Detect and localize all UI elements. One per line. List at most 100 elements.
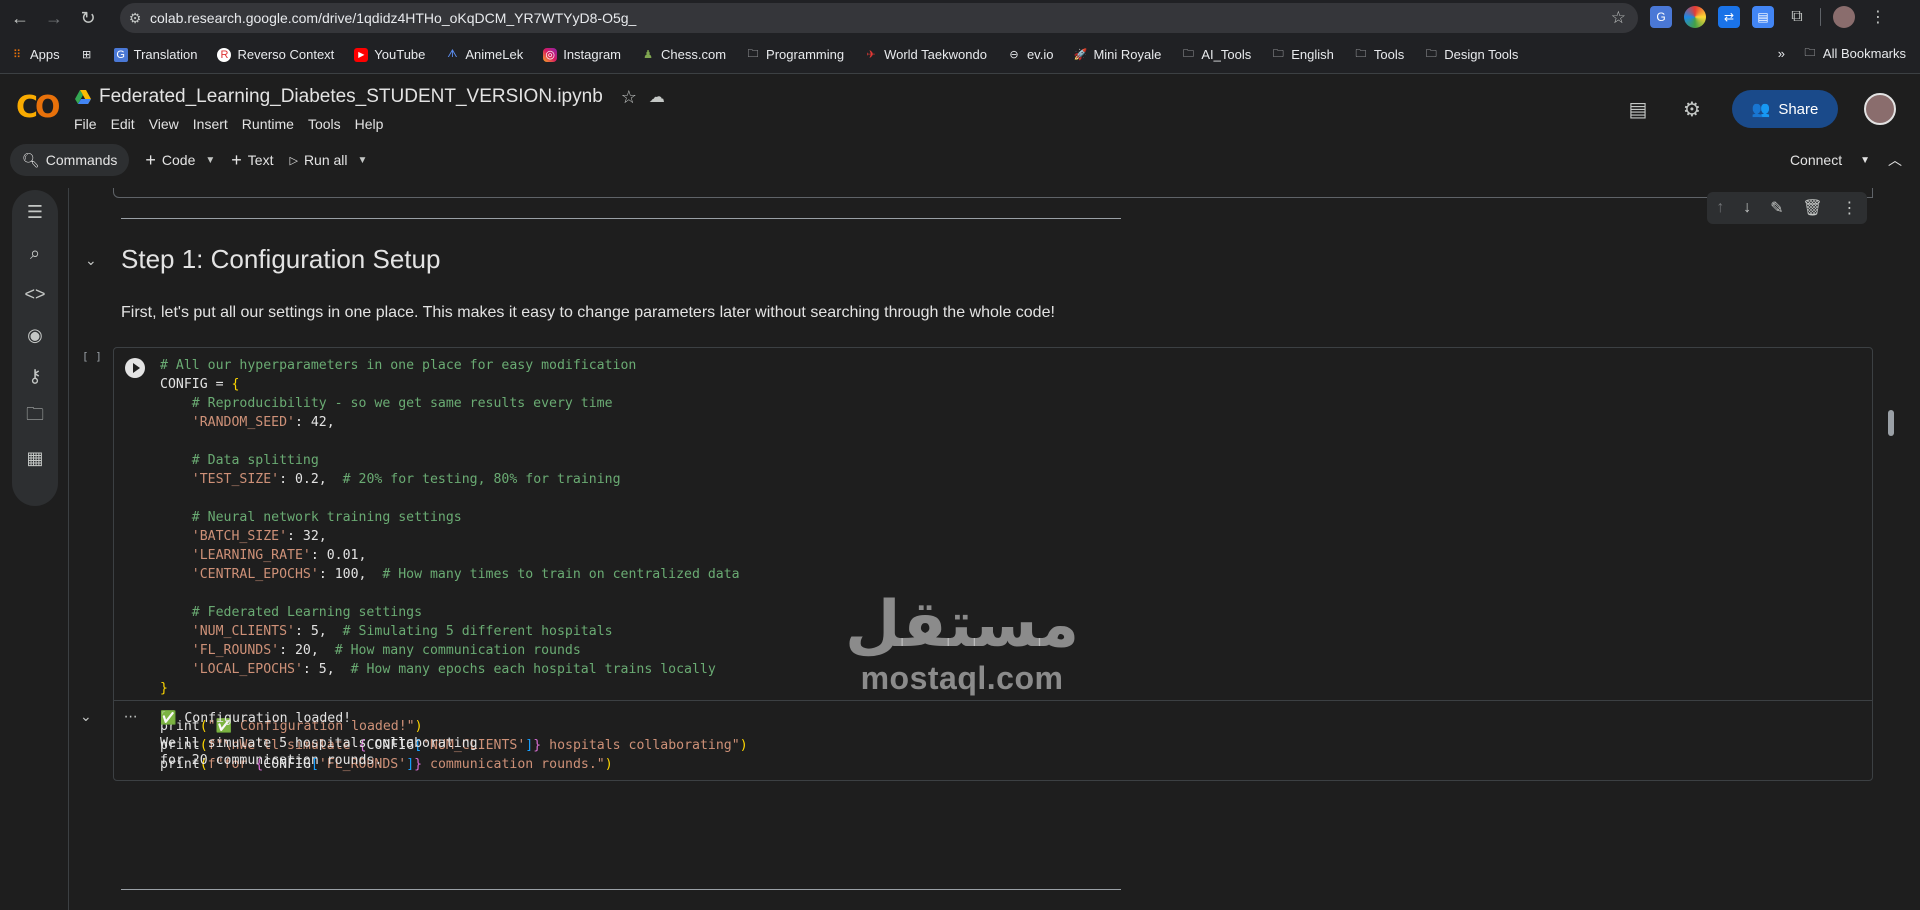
bookmark-mini-royale[interactable]: 🚀 Mini Royale (1073, 47, 1162, 62)
menu-tools[interactable]: Tools (308, 116, 341, 132)
delete-trash-icon[interactable]: 🗑 (1802, 198, 1822, 218)
user-avatar[interactable] (1864, 93, 1896, 125)
bookmark-animelek[interactable]: ᗑ AnimeLek (445, 47, 523, 62)
all-bookmarks[interactable]: 🗀 All Bookmarks (1803, 46, 1906, 61)
menu-view[interactable]: View (149, 116, 179, 132)
translate-extension-icon[interactable]: G (1650, 6, 1672, 28)
bookmark-programming[interactable]: 🗀 Programming (746, 47, 845, 62)
run-cell-button[interactable] (125, 358, 145, 378)
collapse-output-chevron-icon[interactable]: ⌄ (80, 708, 92, 725)
add-code-button[interactable]: + Code (145, 150, 195, 171)
youtube-icon: ▶ (354, 47, 369, 62)
reload-icon[interactable]: ↻ (74, 4, 102, 32)
files-folder-icon[interactable]: 🗀 (23, 404, 47, 429)
code-dropdown-icon[interactable]: ▼ (205, 155, 215, 166)
bookmark-ai-tools[interactable]: 🗀 AI_Tools (1181, 47, 1251, 62)
cell-output: ✅ Configuration loaded! We'll simulate 5 … (160, 710, 478, 770)
folder-icon: 🗀 (1425, 48, 1437, 60)
star-icon[interactable]: ☆ (621, 87, 637, 108)
bookmark-reverso[interactable]: R Reverso Context (217, 47, 334, 62)
url-text: colab.research.google.com/drive/1qdidz4H… (150, 10, 637, 26)
colab-header: CO Federated_Learning_Diabetes_STUDENT_V… (0, 74, 1920, 144)
folder-icon: 🗀 (1804, 47, 1816, 59)
plus-icon: + (145, 149, 156, 170)
folder-icon: 🗀 (747, 48, 759, 60)
output-line: for 20 communication rounds. (160, 753, 383, 768)
profile-avatar[interactable] (1833, 6, 1855, 28)
bookmarks-overflow-icon[interactable]: » (1778, 46, 1785, 61)
folder-icon: 🗀 (1182, 48, 1194, 60)
plus-icon: + (231, 149, 242, 170)
settings-gear-icon[interactable]: ⚙ (1678, 95, 1706, 123)
forward-icon[interactable]: → (40, 4, 68, 32)
bookmark-star-icon[interactable]: ☆ (1611, 8, 1626, 28)
folder-icon: 🗀 (1272, 48, 1284, 60)
bookmark-grid[interactable]: ⊞ (80, 48, 94, 62)
menu-kebab-icon[interactable]: ⋮ (1867, 6, 1889, 28)
horizontal-rule (121, 889, 1121, 890)
vertical-scrollbar[interactable] (1888, 410, 1894, 436)
section-description: First, let's put all our settings in one… (121, 304, 1055, 321)
edit-pencil-icon[interactable]: ✎ (1770, 198, 1783, 218)
sync-extension-icon[interactable]: ⇄ (1718, 6, 1740, 28)
bookmark-translation[interactable]: G Translation (113, 47, 197, 62)
collapse-header-icon[interactable]: ︿ (1888, 150, 1902, 170)
grid-icon: ⊞ (82, 49, 92, 61)
puzzle-extensions-icon[interactable]: ⧉ (1786, 6, 1808, 28)
search-icon: 🔍︎ (22, 151, 40, 168)
menu-edit[interactable]: Edit (111, 116, 135, 132)
extensions-bar: G ⇄ ▤ ⧉ ⋮ (1650, 6, 1889, 28)
docs-extension-icon[interactable]: ▤ (1752, 6, 1774, 28)
collapse-section-chevron-icon[interactable]: ⌄ (85, 252, 97, 269)
bookmark-english[interactable]: 🗀 English (1271, 47, 1334, 62)
more-kebab-icon[interactable]: ⋮ (1842, 198, 1858, 218)
run-all-button[interactable]: ▷ Run all (289, 152, 347, 168)
secrets-key-icon[interactable]: ⚷ (23, 364, 47, 388)
find-replace-icon[interactable]: ⌕ (23, 241, 47, 265)
reverso-icon: R (217, 47, 232, 62)
data-table-icon[interactable]: ▦ (23, 446, 47, 470)
watermark-logo: مستقل mostaql.com (845, 590, 1079, 697)
bookmark-instagram[interactable]: ◎ Instagram (543, 47, 621, 62)
site-info-icon[interactable]: ⚙ (120, 10, 150, 27)
browser-toolbar: ← → ↻ ⚙ colab.research.google.com/drive/… (0, 0, 1920, 36)
move-down-icon[interactable]: ↓ (1743, 199, 1751, 217)
code-snippets-icon[interactable]: <> (23, 282, 47, 306)
move-up-icon[interactable]: ↑ (1716, 199, 1724, 217)
cloud-saved-icon[interactable]: ☁ (649, 87, 665, 107)
menu-runtime[interactable]: Runtime (242, 116, 294, 132)
notebook-title[interactable]: Federated_Learning_Diabetes_STUDENT_VERS… (99, 86, 603, 108)
header-actions: ▤ ⚙ 👥 Share (1624, 90, 1896, 128)
code-cell[interactable]: # All our hyperparameters in one place f… (80, 347, 1873, 781)
animelek-icon: ᗑ (447, 48, 458, 60)
notebook-toolbar: 🔍︎ Commands + Code ▼ + Text ▷ Run all ▼ Con… (10, 144, 1910, 176)
back-icon[interactable]: ← (6, 4, 34, 32)
bookmark-world-taekwondo[interactable]: ✈ World Taekwondo (864, 47, 986, 62)
bookmark-tools[interactable]: 🗀 Tools (1354, 47, 1404, 62)
comments-icon[interactable]: ▤ (1624, 95, 1652, 123)
share-button[interactable]: 👥 Share (1732, 90, 1838, 128)
instagram-icon: ◎ (543, 47, 558, 62)
output-actions-icon[interactable]: ⋯ (124, 708, 138, 725)
menu-file[interactable]: File (74, 116, 97, 132)
connect-button[interactable]: Connect (1790, 152, 1842, 168)
run-all-dropdown-icon[interactable]: ▼ (358, 155, 368, 166)
bookmark-apps[interactable]: ⠿ Apps (10, 47, 60, 62)
table-of-contents-icon[interactable]: ☰ (23, 200, 47, 224)
bookmark-evio[interactable]: ⊖ ev.io (1007, 47, 1053, 62)
bookmark-youtube[interactable]: ▶ YouTube (354, 47, 425, 62)
folder-icon: 🗀 (1355, 48, 1367, 60)
address-bar[interactable]: ⚙ colab.research.google.com/drive/1qdidz… (120, 3, 1638, 33)
colab-logo[interactable]: CO (16, 90, 60, 125)
commands-button[interactable]: 🔍︎ Commands (10, 144, 130, 176)
variables-icon[interactable]: ◉ (23, 323, 47, 347)
color-extension-icon[interactable] (1684, 6, 1706, 28)
add-text-button[interactable]: + Text (231, 150, 273, 171)
menu-insert[interactable]: Insert (193, 116, 228, 132)
bookmarks-bar: ⠿ Apps ⊞ G Translation R Reverso Context ▶ Y… (0, 36, 1920, 74)
bookmark-design-tools[interactable]: 🗀 Design Tools (1424, 47, 1519, 62)
menu-help[interactable]: Help (355, 116, 384, 132)
connect-dropdown-icon[interactable]: ▼ (1860, 155, 1870, 166)
output-line: ✅ Configuration loaded! (160, 711, 352, 726)
bookmark-chess[interactable]: ♟ Chess.com (641, 47, 726, 62)
